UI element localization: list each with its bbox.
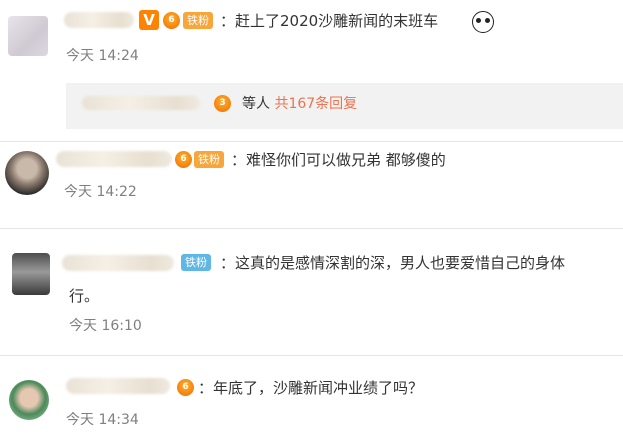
commenter-avatar[interactable] — [8, 16, 48, 56]
panda-face-icon — [472, 11, 494, 33]
comment-text: ：这真的是感情深割的深，男人也要爱惜自己的身体 — [220, 254, 566, 272]
divider — [0, 141, 623, 142]
commenter-name-blurred[interactable] — [66, 378, 170, 394]
commenter-avatar[interactable] — [9, 380, 49, 420]
commenter-avatar[interactable] — [12, 253, 50, 295]
commenter-avatar[interactable] — [5, 151, 49, 195]
vip-level-icon: 6 — [163, 12, 180, 29]
comment-time: 今天 14:24 — [66, 48, 139, 64]
comment-time: 今天 16:10 — [69, 318, 142, 334]
comment-time: 今天 14:22 — [64, 184, 137, 200]
comment-text-continued: 行。 — [69, 287, 100, 305]
fan-badge: 铁粉 — [194, 151, 224, 168]
commenter-name-blurred[interactable] — [62, 255, 174, 271]
comment-text: ：难怪你们可以做兄弟 都够傻的 — [231, 151, 446, 169]
replier-name-blurred[interactable] — [82, 96, 200, 110]
fan-badge: 铁粉 — [181, 254, 211, 271]
comment-text: ：年底了，沙雕新闻冲业绩了吗？ — [198, 379, 424, 397]
fan-badge: 铁粉 — [183, 12, 213, 29]
comment-text: ：赶上了2020沙雕新闻的末班车 — [220, 12, 439, 30]
comment-time: 今天 14:34 — [66, 412, 139, 428]
vip-level-icon: 6 — [175, 151, 192, 168]
view-replies-link[interactable]: 共167条回复 — [274, 96, 357, 112]
vip-level-icon: 6 — [177, 379, 194, 396]
verified-badge-icon: V — [139, 10, 159, 30]
reply-prefix: 等人 — [242, 96, 270, 112]
commenter-name-blurred[interactable] — [56, 151, 172, 167]
divider — [0, 355, 623, 356]
commenter-name-blurred[interactable] — [64, 12, 134, 28]
reply-summary-text: 等人 共167条回复 — [242, 94, 357, 114]
divider — [0, 228, 623, 229]
vip-level-icon: 3 — [214, 95, 231, 112]
